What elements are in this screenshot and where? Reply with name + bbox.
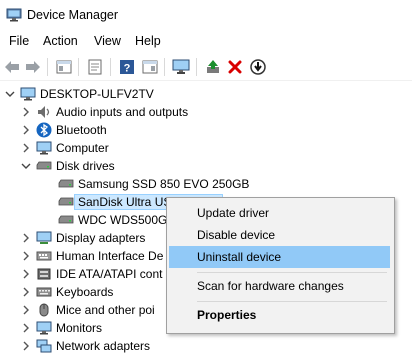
collapsed-chevron-icon[interactable] xyxy=(20,103,32,121)
mouse-icon xyxy=(36,302,52,318)
menu-action[interactable]: Action xyxy=(42,34,79,48)
root-label: DESKTOP-ULFV2TV xyxy=(40,87,154,101)
menu-item-uninstall-device[interactable]: Uninstall device xyxy=(169,246,390,268)
tree-root[interactable]: DESKTOP-ULFV2TV xyxy=(4,85,154,103)
disk-item-wdc[interactable]: WDC WDS500G xyxy=(58,211,167,229)
forward-icon[interactable] xyxy=(23,57,43,77)
category-audio[interactable]: Audio inputs and outputs xyxy=(20,103,188,121)
scan-hardware-icon[interactable] xyxy=(171,57,191,77)
category-computer[interactable]: Computer xyxy=(20,139,109,157)
category-display-adapters[interactable]: Display adapters xyxy=(20,229,145,247)
menu-item-label: Properties xyxy=(197,308,257,322)
category-label: Computer xyxy=(56,141,109,155)
computer-icon xyxy=(20,86,36,102)
category-label: Monitors xyxy=(56,321,103,335)
display-adapter-icon xyxy=(36,230,52,246)
menu-item-scan-hardware[interactable]: Scan for hardware changes xyxy=(169,275,390,297)
disk-label: Samsung SSD 850 EVO 250GB xyxy=(78,177,250,191)
collapsed-chevron-icon[interactable] xyxy=(20,265,32,283)
hid-icon xyxy=(36,248,52,264)
back-icon[interactable] xyxy=(2,57,22,77)
category-label: Disk drives xyxy=(56,159,115,173)
category-human-interface-devices[interactable]: Human Interface De xyxy=(20,247,163,265)
category-network-adapters[interactable]: Network adapters xyxy=(20,337,150,355)
keyboard-icon xyxy=(36,284,52,300)
menu-bar: File Action View Help xyxy=(0,32,412,52)
collapsed-chevron-icon[interactable] xyxy=(20,139,32,157)
ide-controller-icon xyxy=(36,266,52,282)
menu-item-label: Disable device xyxy=(197,228,276,242)
category-bluetooth[interactable]: Bluetooth xyxy=(20,121,107,139)
collapsed-chevron-icon[interactable] xyxy=(20,319,32,337)
context-menu: Update driver Disable device Uninstall d… xyxy=(166,197,395,334)
category-mice[interactable]: Mice and other poi xyxy=(20,301,155,319)
category-label: Audio inputs and outputs xyxy=(56,105,189,119)
collapsed-chevron-icon[interactable] xyxy=(20,229,32,247)
category-label: Network adapters xyxy=(56,339,151,353)
menu-item-label: Uninstall device xyxy=(197,250,282,264)
category-disk-drives[interactable]: Disk drives xyxy=(20,157,115,175)
toolbar-separator xyxy=(164,58,165,76)
disk-label: WDC WDS500G xyxy=(78,213,168,227)
menu-help[interactable]: Help xyxy=(134,34,162,48)
uninstall-icon[interactable] xyxy=(225,57,245,77)
update-driver-icon[interactable] xyxy=(203,57,223,77)
category-label: Keyboards xyxy=(56,285,114,299)
disable-device-icon[interactable] xyxy=(248,57,268,77)
collapsed-chevron-icon[interactable] xyxy=(20,247,32,265)
network-adapter-icon xyxy=(36,338,52,354)
expanded-chevron-icon[interactable] xyxy=(4,85,16,103)
toolbar: ? xyxy=(0,54,412,81)
show-hide-console-tree-icon[interactable] xyxy=(54,57,74,77)
disk-drive-icon xyxy=(58,176,74,192)
menu-item-update-driver[interactable]: Update driver xyxy=(169,202,390,224)
menu-item-label: Scan for hardware changes xyxy=(197,279,344,293)
category-label: Mice and other poi xyxy=(56,303,155,317)
speaker-icon xyxy=(36,104,52,120)
action-pane-icon[interactable] xyxy=(140,57,160,77)
category-label: IDE ATA/ATAPI cont xyxy=(56,267,163,281)
disk-drive-icon xyxy=(36,158,52,174)
menu-file[interactable]: File xyxy=(8,34,30,48)
collapsed-chevron-icon[interactable] xyxy=(20,337,32,355)
menu-item-properties[interactable]: Properties xyxy=(169,304,390,326)
collapsed-chevron-icon[interactable] xyxy=(20,301,32,319)
menu-item-disable-device[interactable]: Disable device xyxy=(169,224,390,246)
category-keyboards[interactable]: Keyboards xyxy=(20,283,113,301)
collapsed-chevron-icon[interactable] xyxy=(20,283,32,301)
disk-drive-icon xyxy=(58,194,74,210)
menu-separator xyxy=(197,301,387,302)
category-ide-ata-atapi[interactable]: IDE ATA/ATAPI cont xyxy=(20,265,162,283)
help-icon[interactable]: ? xyxy=(117,57,137,77)
monitor-icon xyxy=(36,320,52,336)
title-bar: Device Manager xyxy=(0,0,412,32)
svg-text:?: ? xyxy=(124,63,131,75)
menu-item-label: Update driver xyxy=(197,206,270,220)
toolbar-separator xyxy=(47,58,48,76)
toolbar-separator xyxy=(110,58,111,76)
category-label: Bluetooth xyxy=(56,123,107,137)
window-title: Device Manager xyxy=(27,8,119,22)
menu-separator xyxy=(197,272,387,273)
category-label: Human Interface De xyxy=(56,249,164,263)
category-monitors[interactable]: Monitors xyxy=(20,319,102,337)
toolbar-separator xyxy=(78,58,79,76)
bluetooth-icon xyxy=(36,122,52,138)
properties-icon[interactable] xyxy=(85,57,105,77)
category-label: Display adapters xyxy=(56,231,146,245)
disk-item-samsung[interactable]: Samsung SSD 850 EVO 250GB xyxy=(58,175,249,193)
device-manager-icon xyxy=(6,8,22,22)
collapsed-chevron-icon[interactable] xyxy=(20,121,32,139)
expanded-chevron-icon[interactable] xyxy=(20,157,32,175)
monitor-icon xyxy=(36,140,52,156)
toolbar-separator xyxy=(196,58,197,76)
menu-view[interactable]: View xyxy=(93,34,122,48)
disk-drive-icon xyxy=(58,212,74,228)
